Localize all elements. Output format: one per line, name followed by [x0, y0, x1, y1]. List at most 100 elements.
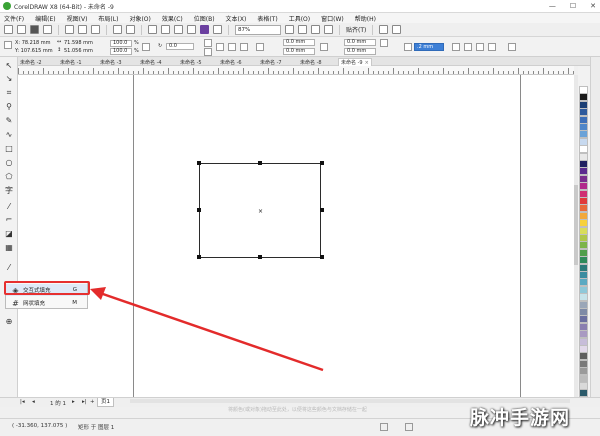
quick-customize-icon[interactable] [508, 43, 516, 51]
drawing-canvas[interactable]: × [18, 75, 574, 397]
tab-close-icon[interactable]: × [365, 60, 369, 66]
tab-document-2[interactable]: 未命名 -2 [18, 58, 44, 66]
menu-table[interactable]: 表格(T) [257, 14, 277, 23]
menu-edit[interactable]: 编辑(E) [35, 14, 55, 23]
parallel-dimension-tool-icon[interactable]: ⁄ [4, 202, 14, 211]
selection-handle-top-left[interactable] [197, 161, 201, 165]
menu-tools[interactable]: 工具(O) [289, 14, 310, 23]
zoom-level-select[interactable]: 87% [235, 24, 281, 35]
object-origin-icon[interactable] [4, 41, 12, 49]
page-tab[interactable]: 页1 [97, 398, 114, 407]
menu-layout[interactable]: 布局(L) [98, 14, 118, 23]
menu-bitmaps[interactable]: 位图(B) [194, 14, 215, 23]
height-field[interactable]: 51.056 mm [64, 48, 93, 54]
menu-window[interactable]: 窗口(W) [321, 14, 344, 23]
corner-radius-bottom-right[interactable]: 0.0 mm [344, 48, 376, 55]
scale-x-field[interactable]: 100.0 [110, 40, 132, 47]
close-button[interactable]: ✕ [590, 2, 596, 10]
copy-icon[interactable] [78, 25, 87, 34]
shape-tool-icon[interactable]: ↘ [4, 74, 14, 83]
connector-tool-icon[interactable]: ⌐ [4, 215, 14, 224]
width-field[interactable]: 71.598 mm [64, 40, 93, 46]
tab-document-5[interactable]: 未命名 -5 [178, 58, 204, 66]
new-document-icon[interactable] [4, 25, 13, 34]
corner-radius-bottom-left[interactable]: 0.0 mm [283, 48, 315, 55]
selection-handle-top-right[interactable] [320, 161, 324, 165]
options-gear-icon[interactable] [379, 25, 389, 34]
tab-document-3[interactable]: 未命名 -3 [98, 58, 124, 66]
interactive-fill-menu-item[interactable]: ◈ 交互式填充 G [6, 284, 87, 296]
selection-handle-top[interactable] [258, 161, 262, 165]
application-launcher-icon[interactable] [392, 25, 402, 34]
mirror-horizontal-icon[interactable] [204, 39, 212, 47]
import-icon[interactable] [161, 25, 170, 34]
show-grid-icon[interactable] [311, 25, 320, 34]
chamfered-corner-icon[interactable] [240, 43, 248, 51]
redo-icon[interactable] [126, 25, 135, 34]
mesh-fill-menu-item[interactable]: # 网状填充 M [6, 297, 87, 309]
ellipse-tool-icon[interactable]: ○ [4, 158, 14, 167]
scalloped-corner-icon[interactable] [228, 43, 236, 51]
outline-pen-icon[interactable] [404, 43, 412, 51]
artistic-media-tool-icon[interactable]: ∿ [4, 130, 14, 139]
pdf-icon[interactable] [187, 25, 196, 34]
search-content-icon[interactable] [148, 25, 157, 34]
mirror-vertical-icon[interactable] [204, 48, 212, 56]
eyedropper-tool-icon[interactable]: ⁄ [4, 263, 14, 272]
text-tool-icon[interactable]: 字 [4, 186, 14, 195]
selection-handle-bottom-left[interactable] [197, 255, 201, 259]
rotation-angle-field[interactable]: 0.0 [166, 43, 194, 50]
previous-page-button[interactable]: ◂ [32, 399, 35, 405]
cut-icon[interactable] [65, 25, 74, 34]
last-page-button[interactable]: ▸| [82, 399, 87, 405]
relative-corner-scaling-icon[interactable] [380, 39, 388, 47]
zoom-tool-icon[interactable]: ⚲ [4, 102, 14, 111]
crop-tool-icon[interactable]: ⌗ [4, 88, 14, 97]
fill-indicator-icon[interactable] [380, 423, 388, 431]
y-position-field[interactable]: Y: 107.615 mm [15, 48, 53, 54]
menu-text[interactable]: 文本(X) [226, 14, 247, 23]
x-position-field[interactable]: X: 78.218 mm [15, 40, 51, 46]
print-icon[interactable] [43, 25, 52, 34]
minimize-button[interactable]: — [549, 2, 556, 10]
selection-handle-right[interactable] [320, 208, 324, 212]
tab-document-8[interactable]: 未命名 -8 [298, 58, 324, 66]
corel-connect-icon[interactable] [200, 25, 209, 34]
outline-indicator-icon[interactable] [405, 423, 413, 431]
first-page-button[interactable]: |◂ [20, 399, 25, 405]
paste-icon[interactable] [91, 25, 100, 34]
tab-document-7[interactable]: 未命名 -7 [258, 58, 284, 66]
full-screen-icon[interactable] [285, 25, 294, 34]
next-page-button[interactable]: ▸ [72, 399, 75, 405]
show-guidelines-icon[interactable] [324, 25, 333, 34]
scale-y-field[interactable]: 100.0 [110, 48, 132, 55]
freehand-tool-icon[interactable]: ✎ [4, 116, 14, 125]
menu-help[interactable]: 帮助(H) [355, 14, 376, 23]
menu-file[interactable]: 文件(F) [4, 14, 24, 23]
menu-view[interactable]: 视图(V) [67, 14, 88, 23]
polygon-tool-icon[interactable]: ⬠ [4, 172, 14, 181]
to-front-icon[interactable] [464, 43, 472, 51]
drop-shadow-tool-icon[interactable]: ◪ [4, 229, 14, 238]
corner-radius-top-right[interactable]: 0.0 mm [344, 39, 376, 46]
lock-ratio-icon[interactable] [142, 43, 150, 51]
tab-document-9[interactable]: 未命名 -9 × [338, 58, 372, 66]
selection-handle-bottom-right[interactable] [320, 255, 324, 259]
round-corner-icon[interactable] [216, 43, 224, 51]
corner-lock-icon[interactable] [256, 43, 264, 51]
lock-corners-icon[interactable] [320, 43, 328, 51]
outline-width-select[interactable]: .2 mm [414, 43, 444, 51]
menu-effects[interactable]: 效果(C) [162, 14, 183, 23]
tab-document-1[interactable]: 未命名 -1 [58, 58, 84, 66]
open-folder-icon[interactable] [17, 25, 26, 34]
menu-object[interactable]: 对象(O) [129, 14, 150, 23]
pick-tool-icon[interactable]: ↖ [4, 61, 14, 70]
save-icon[interactable] [30, 25, 39, 34]
tab-document-4[interactable]: 未命名 -4 [138, 58, 164, 66]
show-rulers-icon[interactable] [298, 25, 307, 34]
selection-handle-left[interactable] [197, 208, 201, 212]
tab-document-6[interactable]: 未命名 -6 [218, 58, 244, 66]
transparency-tool-icon[interactable]: ▦ [4, 243, 14, 252]
undo-icon[interactable] [113, 25, 122, 34]
snap-to-dropdown[interactable]: 贴齐(T) [346, 25, 366, 34]
